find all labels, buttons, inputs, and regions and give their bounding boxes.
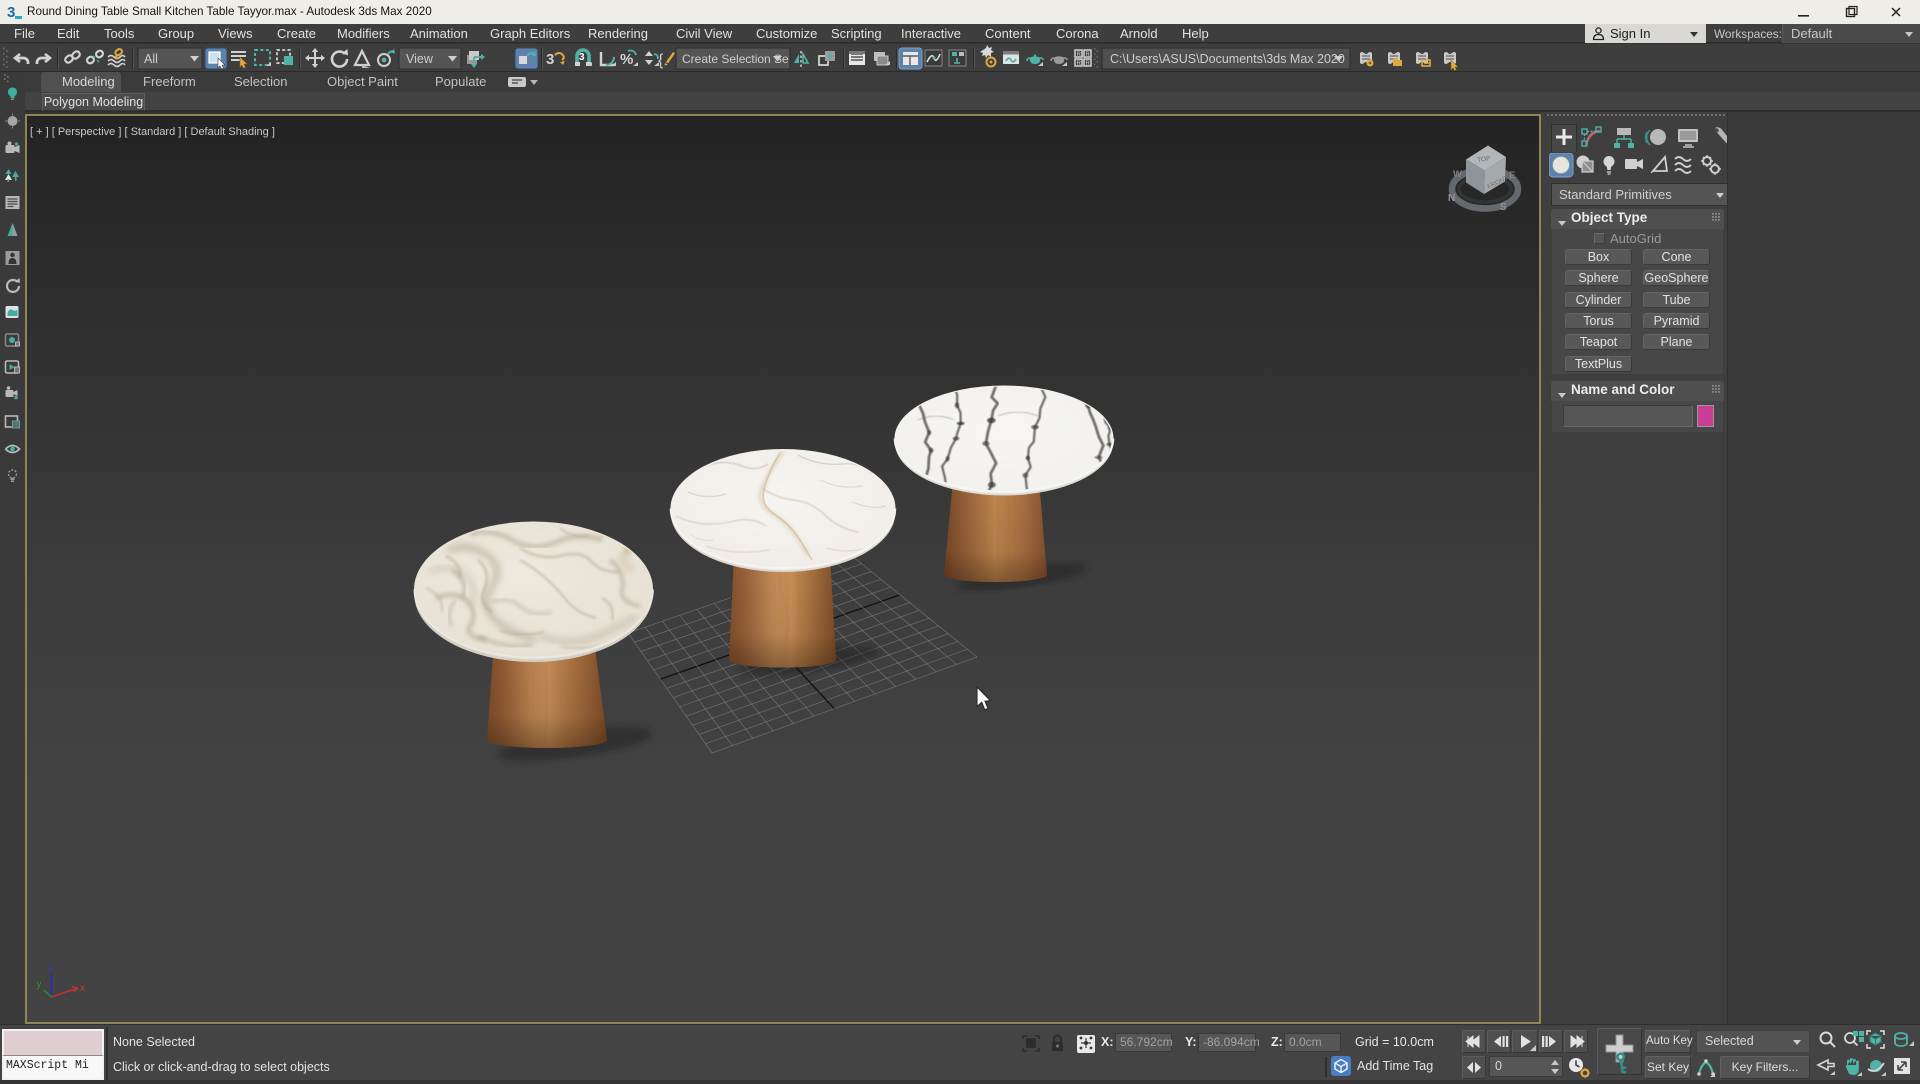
svg-text:z: z (48, 963, 53, 974)
svg-text:All: All (144, 52, 158, 66)
svg-text:Create Selection Se: Create Selection Se (682, 52, 789, 66)
svg-text:R: R (1086, 52, 1091, 58)
svg-text:C:\Users\ASUS\Documents\3ds Ma: C:\Users\ASUS\Documents\3ds Max 2020 (1110, 52, 1345, 66)
svg-text:%: % (620, 51, 633, 68)
svg-text:x: x (80, 983, 85, 994)
svg-text:3: 3 (7, 4, 15, 21)
svg-text:R: R (1077, 61, 1082, 67)
svg-text:W: W (1453, 169, 1462, 180)
svg-text:S: S (1500, 202, 1507, 213)
svg-text:3: 3 (546, 51, 554, 68)
svg-text:N: N (1448, 193, 1455, 204)
svg-text:E: E (1509, 170, 1515, 181)
svg-text:{: { (658, 52, 664, 69)
svg-text:View: View (406, 52, 434, 66)
svg-text:R: R (1086, 61, 1091, 67)
svg-text:3: 3 (579, 52, 585, 63)
svg-text:y: y (37, 979, 42, 990)
svg-text:R: R (1077, 52, 1082, 58)
